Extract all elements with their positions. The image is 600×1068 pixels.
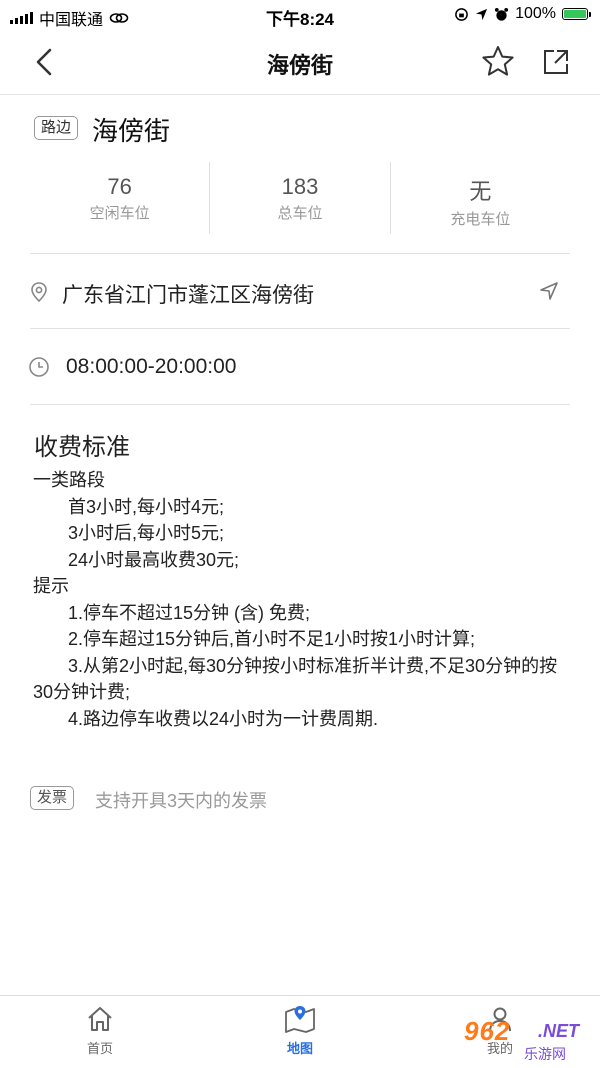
map-icon [285, 1006, 315, 1033]
battery-icon [562, 8, 591, 20]
tab-map[interactable]: 地图 [260, 1004, 340, 1057]
stat-value: 183 [281, 174, 319, 199]
tip-item: 1.停车不超过15分钟 (含) 免费; [68, 602, 311, 623]
tip-item: 4.路边停车收费以24小时为一计费周期. [68, 708, 379, 729]
home-icon [88, 1007, 112, 1031]
tip-item: 2.停车超过15分钟后,首小时不足1小时按1小时计算; [68, 629, 476, 649]
fee-rule: 24小时最高收费30元; [68, 549, 240, 570]
favorite-star-icon[interactable] [480, 44, 516, 80]
watermark-net: .NET [538, 1021, 580, 1041]
divider [30, 328, 570, 329]
clock-icon [29, 357, 49, 377]
watermark-logo: 962 .NET 乐游网 [454, 1012, 594, 1064]
opening-hours: 08:00:00-20:00:00 [66, 355, 237, 378]
type-tag: 路边 [34, 116, 79, 140]
fee-rule: 首3小时,每小时4元; [68, 496, 225, 517]
fee-rule: 3小时后,每小时5元; [68, 523, 225, 543]
stat-value: 无 [469, 179, 492, 204]
divider [30, 404, 570, 405]
tips-label: 提示 [33, 576, 69, 596]
location-pin-icon [31, 282, 47, 303]
status-right: 100% [454, 5, 591, 23]
location-arrow-icon [476, 8, 488, 20]
stats-row: 76 空闲车位 183 总车位 无 充电车位 [30, 162, 570, 234]
stat-total-spaces: 183 总车位 [209, 162, 389, 234]
stat-label: 总车位 [277, 205, 323, 222]
share-icon[interactable] [540, 46, 572, 78]
address-text: 广东省江门市蓬江区海傍街 [62, 284, 314, 307]
battery-percent: 100% [515, 5, 556, 22]
invoice-tag: 发票 [30, 786, 75, 810]
watermark-site: 乐游网 [524, 1046, 566, 1062]
tab-bar: 首页 地图 我的 962 .NET 乐游网 [0, 995, 600, 1068]
tab-label: 首页 [86, 1041, 113, 1056]
alarm-icon [495, 7, 509, 21]
fee-section-label: 一类路段 [33, 470, 105, 490]
tab-label: 地图 [286, 1041, 313, 1056]
tip-item: 3.从第2小时起,每30分钟按小时标准折半计费,不足30分钟的按30分钟计费; [33, 655, 558, 703]
lot-name: 海傍街 [92, 116, 171, 146]
fee-details: 一类路段 首3小时,每小时4元; 3小时后,每小时5元; 24小时最高收费30元… [33, 467, 563, 732]
stat-label: 充电车位 [450, 211, 511, 228]
fee-title: 收费标准 [34, 434, 130, 461]
stat-value: 76 [107, 174, 132, 199]
status-bar: 中国联通 下午8:24 100% [0, 0, 600, 30]
rotation-lock-icon [455, 7, 468, 21]
watermark-number: 962 [464, 1016, 511, 1046]
divider [30, 253, 570, 254]
nav-bar: 海傍街 [0, 30, 600, 95]
tab-home[interactable]: 首页 [60, 1004, 140, 1057]
stat-label: 空闲车位 [89, 205, 150, 222]
invoice-text: 支持开具3天内的发票 [95, 791, 268, 811]
stat-free-spaces: 76 空闲车位 [30, 162, 209, 234]
stat-charging-spaces: 无 充电车位 [389, 162, 570, 234]
navigate-icon[interactable] [538, 280, 560, 302]
